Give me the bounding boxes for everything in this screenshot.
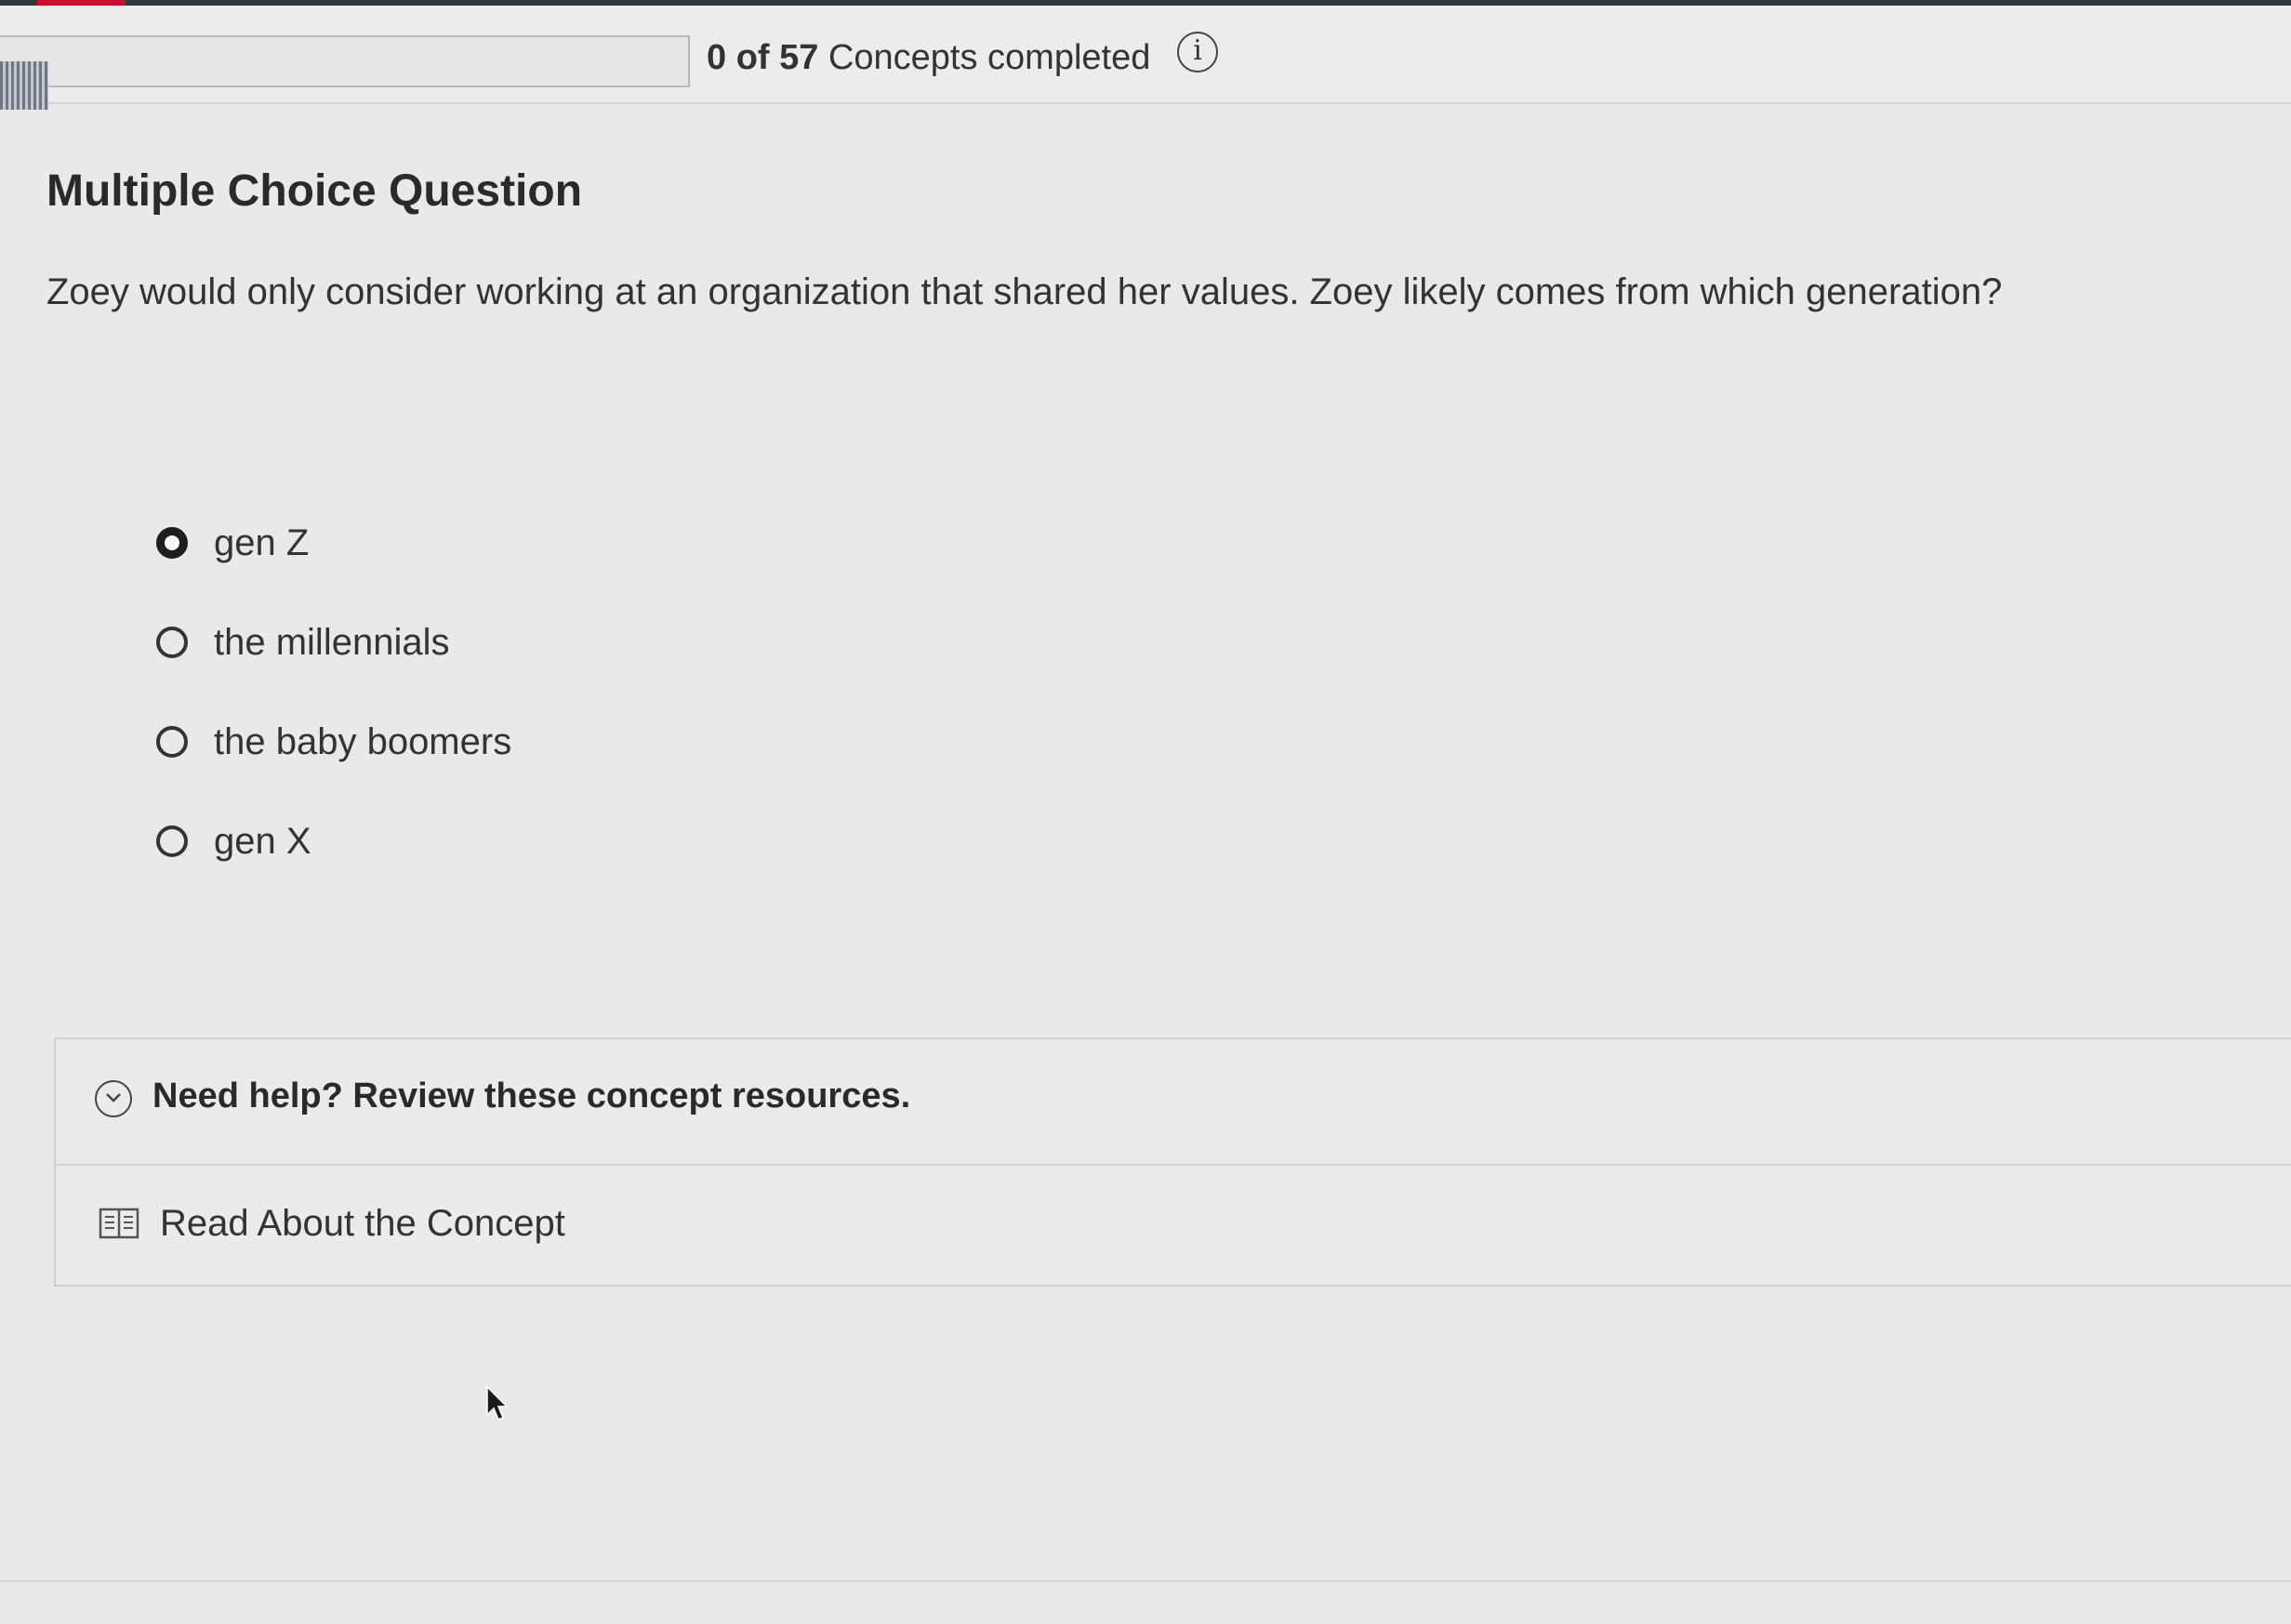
help-toggle[interactable]: Need help? Review these concept resource…	[56, 1039, 2291, 1166]
answer-option-gen-z[interactable]: gen Z	[156, 513, 511, 573]
answer-option-label: gen Z	[214, 522, 310, 563]
answer-option-gen-x[interactable]: gen X	[156, 812, 511, 871]
concept-resources-panel: Need help? Review these concept resource…	[54, 1037, 2291, 1287]
answer-option-label: gen X	[214, 820, 311, 862]
answer-option-label: the millennials	[214, 621, 450, 663]
progress-header: 0 of 57 Concepts completed i	[0, 6, 2291, 110]
resource-link-label: Read About the Concept	[160, 1203, 565, 1244]
answer-option-label: the baby boomers	[214, 720, 512, 762]
answer-option-baby-boomers[interactable]: the baby boomers	[156, 712, 511, 772]
progress-count: 0 of 57	[707, 38, 819, 77]
progress-status: 0 of 57 Concepts completed	[707, 35, 1150, 80]
radio-button-selected[interactable]	[156, 527, 188, 559]
answer-options: gen Z the millennials the baby boomers g…	[156, 513, 511, 911]
radio-button[interactable]	[156, 627, 188, 658]
radio-button[interactable]	[156, 825, 188, 857]
answer-option-millennials[interactable]: the millennials	[156, 613, 511, 672]
read-about-concept-link[interactable]: Read About the Concept	[56, 1166, 2291, 1287]
chevron-down-icon	[95, 1080, 132, 1117]
progress-bar	[0, 35, 690, 87]
book-icon	[99, 1207, 139, 1245]
progress-label: Concepts completed	[828, 38, 1151, 77]
radio-button[interactable]	[156, 726, 188, 758]
help-toggle-label: Need help? Review these concept resource…	[152, 1076, 911, 1116]
progress-bar-fill	[0, 61, 48, 110]
mouse-pointer-icon	[485, 1385, 510, 1427]
question-type-heading: Multiple Choice Question	[46, 166, 583, 216]
info-icon[interactable]: i	[1177, 32, 1218, 73]
divider	[0, 1580, 2291, 1582]
question-prompt: Zoey would only consider working at an o…	[46, 271, 2003, 312]
